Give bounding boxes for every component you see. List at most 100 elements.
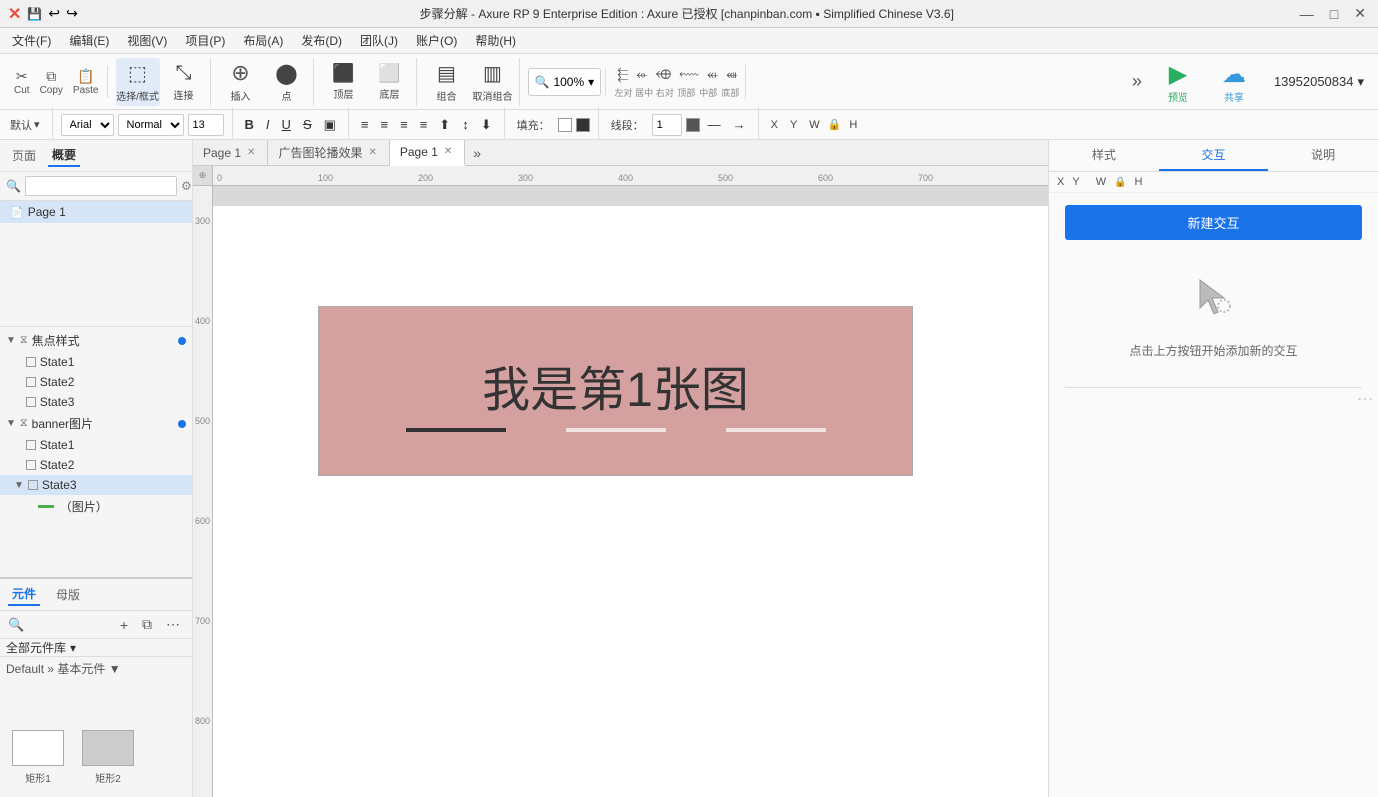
tab-pages[interactable]: 页面 — [8, 145, 40, 166]
menu-project[interactable]: 项目(P) — [177, 30, 233, 51]
share-btn[interactable]: ☁ 共享 — [1210, 60, 1258, 104]
toolbar-more-btn[interactable]: » — [1128, 67, 1146, 96]
font-select[interactable]: Arial — [61, 114, 114, 136]
preview-btn[interactable]: ▶ 预览 — [1154, 60, 1202, 104]
canvas-tab-close[interactable]: ✕ — [245, 146, 257, 159]
canvas-tab-close[interactable]: ✕ — [366, 146, 378, 159]
tab-components[interactable]: 元件 — [8, 583, 40, 606]
stroke-end-btn[interactable]: → — [729, 116, 750, 133]
align-left-btn[interactable]: ⬱ — [614, 65, 631, 84]
add-lib-btn[interactable]: + — [116, 615, 132, 635]
canvas-tab-close[interactable]: ✕ — [442, 145, 454, 158]
tree-item-state1-banner[interactable]: ▶ State1 — [0, 435, 192, 455]
canvas-scroll-area[interactable]: 我是第1张图 — [213, 186, 1048, 797]
menu-team[interactable]: 团队(J) — [352, 30, 406, 51]
highlight-btn[interactable]: ▣ — [320, 116, 340, 134]
bold-btn[interactable]: B — [241, 116, 258, 133]
tree-item-banner[interactable]: ▼ ⧖ banner图片 — [0, 412, 192, 435]
bottom-btn[interactable]: ⬜ 底层 — [368, 58, 412, 106]
canvas-tab-banner-effect[interactable]: 广告图轮播效果 ✕ — [268, 140, 389, 166]
tab-masters[interactable]: 母版 — [52, 584, 84, 605]
paste-btn[interactable]: 📋 Paste — [69, 66, 103, 98]
page-item-label: Page 1 — [28, 205, 66, 219]
undo-icon[interactable]: ↩ — [48, 5, 60, 22]
tree-item-state1-focus[interactable]: ▶ State1 — [0, 352, 192, 372]
canvas-tab-page1-active[interactable]: Page 1 ✕ — [390, 140, 465, 166]
menu-view[interactable]: 视图(V) — [119, 30, 175, 51]
filter-icon[interactable]: ⚙ — [181, 179, 192, 193]
page-item-page1[interactable]: 📄 Page 1 — [0, 201, 192, 223]
font-size-input[interactable] — [188, 114, 224, 136]
menu-publish[interactable]: 发布(D) — [293, 30, 350, 51]
align-right-btn[interactable]: ⬲ — [653, 65, 674, 84]
banner-element[interactable]: 我是第1张图 — [318, 306, 913, 476]
menu-help[interactable]: 帮助(H) — [467, 30, 524, 51]
tree-item-state3-banner[interactable]: ▼ State3 — [0, 475, 192, 495]
tree-item-state2-focus[interactable]: ▶ State2 — [0, 372, 192, 392]
select-style-btn[interactable]: ⬚ 选择/框式 — [116, 58, 160, 106]
top-btn[interactable]: ⬛ 顶层 — [322, 58, 366, 106]
menu-file[interactable]: 文件(F) — [4, 30, 59, 51]
style-default[interactable]: 默认 ▾ — [6, 115, 44, 135]
stroke-width-input[interactable] — [652, 114, 682, 136]
tab-outline[interactable]: 概要 — [48, 144, 80, 167]
banner-dot-2[interactable] — [566, 428, 666, 432]
lib-section-label[interactable]: Default » 基本元件 ▼ — [0, 657, 192, 722]
valign-mid-btn[interactable]: ↕ — [458, 116, 473, 133]
banner-dot-3[interactable] — [726, 428, 826, 432]
strikethrough-btn[interactable]: S — [299, 116, 316, 133]
canvas-more-tabs[interactable]: » — [465, 145, 489, 161]
fill-color2-swatch[interactable] — [576, 118, 590, 132]
valign-top-btn[interactable]: ⬆ — [435, 116, 454, 134]
align-right-text-btn[interactable]: ≡ — [396, 116, 412, 133]
more-lib-btn[interactable]: ⋯ — [162, 614, 184, 635]
connect-btn[interactable]: ⤡ 连接 — [162, 58, 206, 106]
ungroup-btn[interactable]: ▥ 取消组合 — [471, 58, 515, 106]
align-justify-text-btn[interactable]: ≡ — [416, 116, 432, 133]
banner-dot-1[interactable] — [406, 428, 506, 432]
align-center-text-btn[interactable]: ≡ — [377, 116, 393, 133]
cut-btn[interactable]: ✂ Cut — [10, 66, 34, 98]
stroke-style-btn[interactable]: — — [704, 116, 725, 133]
format-bar: 默认 ▾ Arial Normal B I U S ▣ ≡ ≡ ≡ ≡ ⬆ ↕ … — [0, 110, 1378, 140]
tab-interaction[interactable]: 交互 — [1159, 140, 1269, 171]
align-bottom-btn[interactable]: ⬵ — [723, 65, 740, 84]
search-input[interactable] — [25, 176, 177, 196]
canvas-tab-page1-first[interactable]: Page 1 ✕ — [193, 140, 268, 166]
redo-icon[interactable]: ↪ — [66, 5, 78, 22]
insert-btn[interactable]: ⊕ 插入 — [219, 58, 263, 106]
tab-notes[interactable]: 说明 — [1268, 140, 1378, 171]
save-icon[interactable]: 💾 — [27, 7, 42, 21]
maximize-btn[interactable]: □ — [1326, 6, 1342, 22]
menu-layout[interactable]: 布局(A) — [235, 30, 291, 51]
zoom-control[interactable]: 🔍 100% ▾ — [528, 68, 602, 96]
new-interaction-btn[interactable]: 新建交互 — [1065, 205, 1362, 240]
copy-lib-btn[interactable]: ⧉ — [138, 614, 156, 635]
minimize-btn[interactable]: — — [1296, 6, 1318, 22]
italic-btn[interactable]: I — [262, 116, 274, 133]
align-center-btn[interactable]: ⬰ — [634, 65, 651, 84]
valign-bot-btn[interactable]: ⬇ — [477, 116, 496, 134]
style-select[interactable]: Normal — [118, 114, 184, 136]
fill-color-swatch[interactable] — [558, 118, 572, 132]
copy-btn[interactable]: ⧉ Copy — [36, 66, 67, 98]
tree-item-state3-focus[interactable]: ▶ State3 — [0, 392, 192, 412]
tree-item-state2-banner[interactable]: ▶ State2 — [0, 455, 192, 475]
menu-edit[interactable]: 编辑(E) — [61, 30, 117, 51]
tree-item-image[interactable]: ▶ （图片） — [0, 495, 192, 518]
expand-arrow-icon: ▼ — [6, 335, 16, 346]
tab-style[interactable]: 样式 — [1049, 140, 1159, 171]
align-top-btn[interactable]: ⬳ — [676, 65, 702, 84]
ruler-vertical: 300 400 500 600 700 800 — [193, 186, 213, 797]
component-rect1[interactable]: 矩形1 — [8, 730, 68, 789]
underline-btn[interactable]: U — [278, 116, 295, 133]
point-btn[interactable]: ⬤ 点 — [265, 58, 309, 106]
tree-item-focus-style[interactable]: ▼ ⧖ 焦点样式 — [0, 329, 192, 352]
stroke-color-swatch[interactable] — [686, 118, 700, 132]
align-left-text-btn[interactable]: ≡ — [357, 116, 373, 133]
menu-account[interactable]: 账户(O) — [408, 30, 465, 51]
group-btn[interactable]: ▤ 组合 — [425, 58, 469, 106]
component-rect2[interactable]: 矩形2 — [78, 730, 138, 789]
align-middle-btn[interactable]: ⬴ — [704, 65, 721, 84]
close-btn[interactable]: ✕ — [1350, 5, 1370, 22]
